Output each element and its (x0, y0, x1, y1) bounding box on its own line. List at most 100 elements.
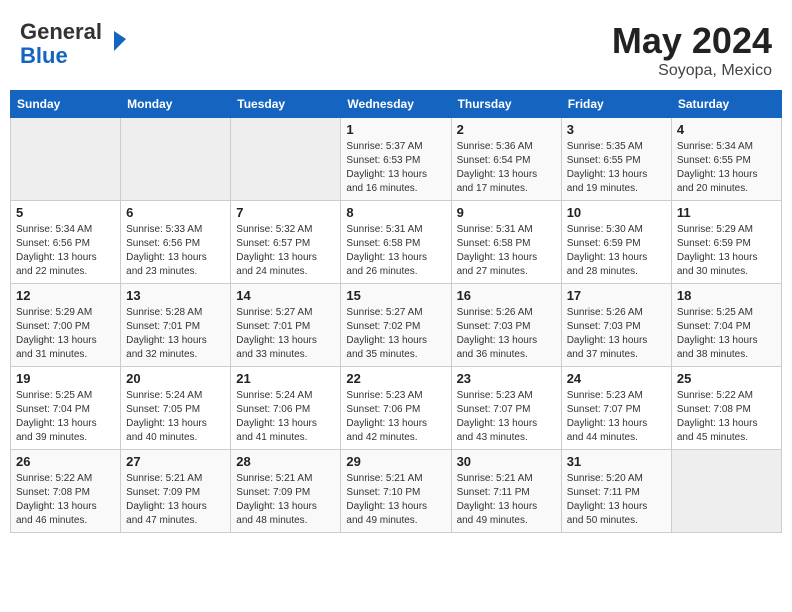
logo-text: General Blue (20, 20, 102, 68)
calendar-cell: 31Sunrise: 5:20 AMSunset: 7:11 PMDayligh… (561, 450, 671, 533)
calendar-cell (671, 450, 781, 533)
day-info: Sunrise: 5:21 AMSunset: 7:09 PMDaylight:… (126, 472, 225, 528)
day-number: 27 (126, 454, 225, 469)
calendar-week-row: 26 Sunrise: 5:22 AMSunset: 7:08 PMDayligh… (11, 450, 782, 533)
calendar-cell: 20 Sunrise: 5:24 AMSunset: 7:05 PMDayligh… (121, 367, 231, 450)
day-info: Sunrise: 5:29 AMSunset: 7:00 PMDaylight:… (16, 306, 115, 362)
calendar-cell (231, 118, 341, 201)
day-number: 11 (677, 205, 776, 220)
calendar-cell: 4 Sunrise: 5:34 AMSunset: 6:55 PMDaylight… (671, 118, 781, 201)
day-number: 18 (677, 288, 776, 303)
logo-icon (106, 29, 128, 51)
day-info: Sunrise: 5:24 AMSunset: 7:05 PMDaylight:… (126, 389, 225, 445)
day-info: Sunrise: 5:27 AMSunset: 7:01 PMDaylight:… (236, 306, 335, 362)
day-info: Sunrise: 5:24 AMSunset: 7:06 PMDaylight:… (236, 389, 335, 445)
day-info: Sunrise: 5:33 AMSunset: 6:56 PMDaylight:… (126, 223, 225, 279)
calendar-cell: 9 Sunrise: 5:31 AMSunset: 6:58 PMDaylight… (451, 201, 561, 284)
day-info: Sunrise: 5:28 AMSunset: 7:01 PMDaylight:… (126, 306, 225, 362)
day-number: 19 (16, 371, 115, 386)
calendar-cell: 7Sunrise: 5:32 AMSunset: 6:57 PMDaylight… (231, 201, 341, 284)
logo: General Blue (20, 20, 128, 68)
calendar-location: Soyopa, Mexico (612, 62, 772, 80)
day-number: 17 (567, 288, 666, 303)
calendar-cell: 15 Sunrise: 5:27 AMSunset: 7:02 PMDayligh… (341, 284, 451, 367)
calendar-cell (121, 118, 231, 201)
day-info: Sunrise: 5:27 AMSunset: 7:02 PMDaylight:… (346, 306, 445, 362)
day-number: 20 (126, 371, 225, 386)
calendar-cell: 16 Sunrise: 5:26 AMSunset: 7:03 PMDayligh… (451, 284, 561, 367)
day-number: 8 (346, 205, 445, 220)
calendar-week-row: 19Sunrise: 5:25 AMSunset: 7:04 PMDayligh… (11, 367, 782, 450)
calendar-cell: 30 Sunrise: 5:21 AMSunset: 7:11 PMDayligh… (451, 450, 561, 533)
day-info: Sunrise: 5:23 AMSunset: 7:06 PMDaylight:… (346, 389, 445, 445)
day-info: Sunrise: 5:36 AMSunset: 6:54 PMDaylight:… (457, 140, 556, 196)
day-info: Sunrise: 5:21 AMSunset: 7:09 PMDaylight:… (236, 472, 335, 528)
day-number: 12 (16, 288, 115, 303)
day-info: Sunrise: 5:22 AMSunset: 7:08 PMDaylight:… (677, 389, 776, 445)
day-info: Sunrise: 5:21 AMSunset: 7:10 PMDaylight:… (346, 472, 445, 528)
calendar-cell: 6 Sunrise: 5:33 AMSunset: 6:56 PMDaylight… (121, 201, 231, 284)
calendar-cell: 8 Sunrise: 5:31 AMSunset: 6:58 PMDaylight… (341, 201, 451, 284)
day-info: Sunrise: 5:37 AMSunset: 6:53 PMDaylight:… (346, 140, 445, 196)
calendar-title: May 2024 (612, 20, 772, 62)
day-number: 15 (346, 288, 445, 303)
day-info: Sunrise: 5:32 AMSunset: 6:57 PMDaylight:… (236, 223, 335, 279)
weekday-header: Wednesday (341, 91, 451, 118)
day-number: 10 (567, 205, 666, 220)
calendar-cell: 28Sunrise: 5:21 AMSunset: 7:09 PMDayligh… (231, 450, 341, 533)
weekday-header: Thursday (451, 91, 561, 118)
calendar-cell (11, 118, 121, 201)
calendar-week-row: 5Sunrise: 5:34 AMSunset: 6:56 PMDaylight… (11, 201, 782, 284)
weekday-header: Monday (121, 91, 231, 118)
calendar-cell: 19Sunrise: 5:25 AMSunset: 7:04 PMDayligh… (11, 367, 121, 450)
calendar-cell: 10 Sunrise: 5:30 AMSunset: 6:59 PMDayligh… (561, 201, 671, 284)
day-number: 23 (457, 371, 556, 386)
day-number: 22 (346, 371, 445, 386)
day-info: Sunrise: 5:26 AMSunset: 7:03 PMDaylight:… (567, 306, 666, 362)
day-info: Sunrise: 5:26 AMSunset: 7:03 PMDaylight:… (457, 306, 556, 362)
calendar-cell: 22 Sunrise: 5:23 AMSunset: 7:06 PMDayligh… (341, 367, 451, 450)
day-number: 1 (346, 122, 445, 137)
page-header: General Blue May 2024 Soyopa, Mexico (10, 10, 782, 85)
day-number: 4 (677, 122, 776, 137)
day-number: 9 (457, 205, 556, 220)
calendar-week-row: 12 Sunrise: 5:29 AMSunset: 7:00 PMDayligh… (11, 284, 782, 367)
calendar-cell: 24Sunrise: 5:23 AMSunset: 7:07 PMDayligh… (561, 367, 671, 450)
day-number: 2 (457, 122, 556, 137)
day-info: Sunrise: 5:31 AMSunset: 6:58 PMDaylight:… (457, 223, 556, 279)
calendar-cell: 12 Sunrise: 5:29 AMSunset: 7:00 PMDayligh… (11, 284, 121, 367)
calendar-week-row: 1 Sunrise: 5:37 AMSunset: 6:53 PMDaylight… (11, 118, 782, 201)
day-info: Sunrise: 5:34 AMSunset: 6:55 PMDaylight:… (677, 140, 776, 196)
weekday-header-row: SundayMondayTuesdayWednesdayThursdayFrid… (11, 91, 782, 118)
day-info: Sunrise: 5:34 AMSunset: 6:56 PMDaylight:… (16, 223, 115, 279)
calendar-cell: 26 Sunrise: 5:22 AMSunset: 7:08 PMDayligh… (11, 450, 121, 533)
calendar-cell: 3 Sunrise: 5:35 AMSunset: 6:55 PMDaylight… (561, 118, 671, 201)
calendar-cell: 1 Sunrise: 5:37 AMSunset: 6:53 PMDaylight… (341, 118, 451, 201)
day-info: Sunrise: 5:22 AMSunset: 7:08 PMDaylight:… (16, 472, 115, 528)
calendar-cell: 14 Sunrise: 5:27 AMSunset: 7:01 PMDayligh… (231, 284, 341, 367)
calendar-cell: 5Sunrise: 5:34 AMSunset: 6:56 PMDaylight… (11, 201, 121, 284)
day-number: 3 (567, 122, 666, 137)
day-number: 14 (236, 288, 335, 303)
day-info: Sunrise: 5:23 AMSunset: 7:07 PMDaylight:… (567, 389, 666, 445)
day-number: 16 (457, 288, 556, 303)
day-info: Sunrise: 5:35 AMSunset: 6:55 PMDaylight:… (567, 140, 666, 196)
calendar-cell: 29Sunrise: 5:21 AMSunset: 7:10 PMDayligh… (341, 450, 451, 533)
day-number: 25 (677, 371, 776, 386)
calendar-cell: 2 Sunrise: 5:36 AMSunset: 6:54 PMDaylight… (451, 118, 561, 201)
calendar-cell: 17 Sunrise: 5:26 AMSunset: 7:03 PMDayligh… (561, 284, 671, 367)
day-info: Sunrise: 5:30 AMSunset: 6:59 PMDaylight:… (567, 223, 666, 279)
day-number: 26 (16, 454, 115, 469)
day-info: Sunrise: 5:23 AMSunset: 7:07 PMDaylight:… (457, 389, 556, 445)
title-block: May 2024 Soyopa, Mexico (612, 20, 772, 80)
calendar-cell: 25 Sunrise: 5:22 AMSunset: 7:08 PMDayligh… (671, 367, 781, 450)
day-info: Sunrise: 5:31 AMSunset: 6:58 PMDaylight:… (346, 223, 445, 279)
calendar-cell: 21Sunrise: 5:24 AMSunset: 7:06 PMDayligh… (231, 367, 341, 450)
calendar-cell: 27 Sunrise: 5:21 AMSunset: 7:09 PMDayligh… (121, 450, 231, 533)
day-info: Sunrise: 5:21 AMSunset: 7:11 PMDaylight:… (457, 472, 556, 528)
calendar-cell: 13Sunrise: 5:28 AMSunset: 7:01 PMDayligh… (121, 284, 231, 367)
weekday-header: Saturday (671, 91, 781, 118)
calendar-table: SundayMondayTuesdayWednesdayThursdayFrid… (10, 90, 782, 533)
day-number: 6 (126, 205, 225, 220)
day-number: 30 (457, 454, 556, 469)
